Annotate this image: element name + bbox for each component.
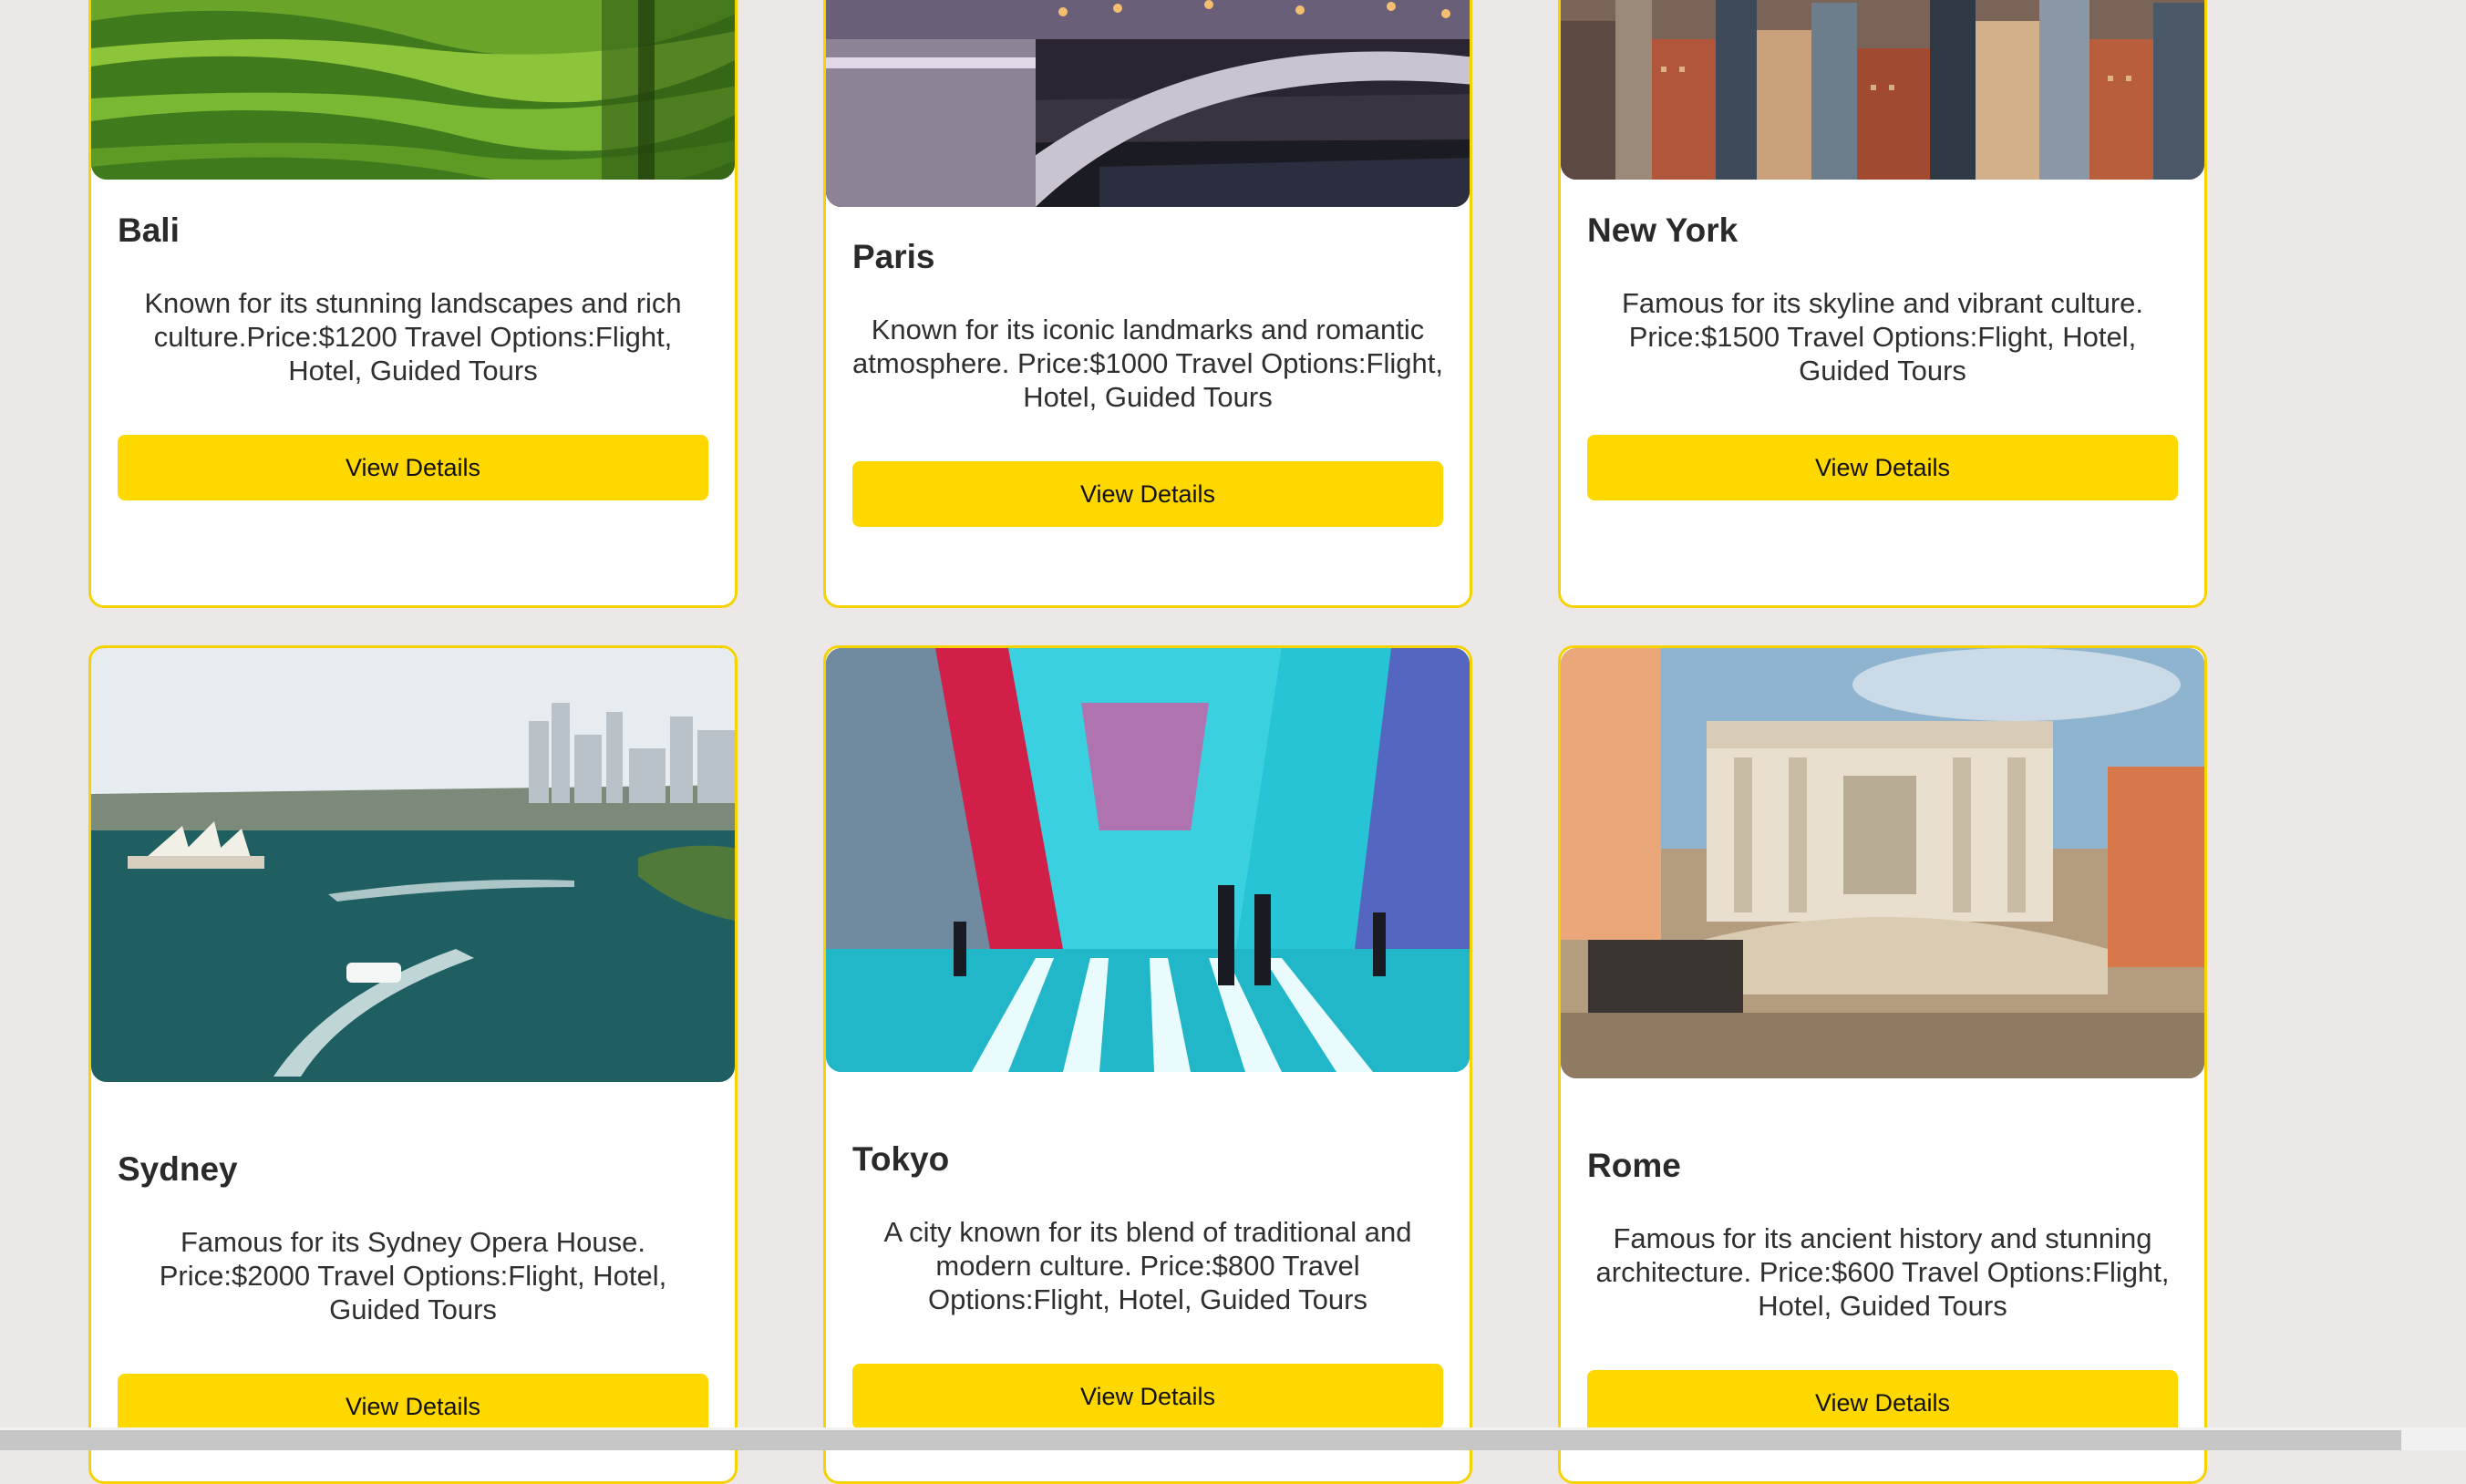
destination-card-sydney: Sydney Famous for its Sydney Opera House… [88, 645, 738, 1484]
card-title: Sydney [118, 1150, 238, 1188]
view-details-button[interactable]: View Details [118, 435, 708, 500]
card-title: Paris [852, 238, 935, 275]
card-description: Famous for its ancient history and stunn… [1595, 1222, 2170, 1322]
view-details-button[interactable]: View Details [1587, 435, 2178, 500]
paris-photo [826, 0, 1470, 207]
card-description: A city known for its blend of traditiona… [883, 1216, 1412, 1315]
card-title: Bali [118, 211, 180, 249]
card-description: Known for its stunning landscapes and ri… [144, 287, 682, 386]
destination-card-bali: Bali Known for its stunning landscapes a… [88, 0, 738, 608]
sydney-photo [91, 648, 735, 1082]
card-description: Known for its iconic landmarks and roman… [852, 314, 1443, 413]
destination-card-rome: Rome Famous for its ancient history and … [1558, 645, 2207, 1484]
view-details-button[interactable]: View Details [852, 461, 1443, 527]
destination-card-tokyo: Tokyo A city known for its blend of trad… [823, 645, 1472, 1484]
card-description: Famous for its Sydney Opera House. Price… [159, 1226, 667, 1325]
card-title: New York [1587, 211, 1739, 249]
card-description: Famous for its skyline and vibrant cultu… [1621, 287, 2144, 386]
rome-photo [1561, 648, 2204, 1078]
tokyo-photo [826, 648, 1470, 1072]
scrollbar-thumb[interactable] [0, 1430, 2401, 1450]
view-details-button[interactable]: View Details [852, 1364, 1443, 1429]
card-title: Rome [1587, 1147, 1681, 1184]
card-title: Tokyo [852, 1140, 950, 1178]
horizontal-scrollbar[interactable] [0, 1427, 2466, 1450]
view-details-button[interactable]: View Details [1587, 1370, 2178, 1436]
destination-card-new-york: New York Famous for its skyline and vibr… [1558, 0, 2207, 608]
bali-photo [91, 0, 735, 180]
new-york-photo [1561, 0, 2204, 180]
destination-card-paris: Paris Known for its iconic landmarks and… [823, 0, 1472, 608]
